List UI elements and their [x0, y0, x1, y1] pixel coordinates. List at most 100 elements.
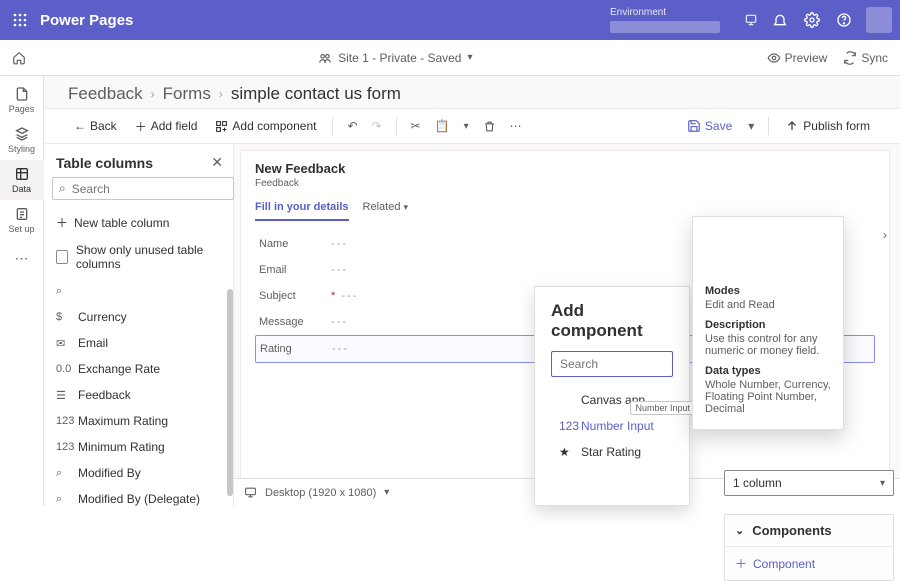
product-name: Power Pages	[40, 12, 133, 29]
component-label: Star Rating	[581, 445, 641, 459]
rail-more[interactable]: ⋯	[0, 244, 44, 273]
app-launcher[interactable]	[8, 8, 32, 32]
components-header[interactable]: ⌄ Components	[725, 515, 893, 546]
user-avatar[interactable]	[866, 7, 892, 33]
column-type-icon: $	[56, 311, 70, 323]
breadcrumb-forms[interactable]: Forms	[163, 84, 211, 104]
column-item[interactable]: ⌕Modified By (Delegate)	[44, 486, 233, 506]
plus-icon: ＋	[56, 214, 68, 231]
add-component-link[interactable]: ＋ Component	[725, 546, 893, 580]
column-type-icon: ⌕	[56, 285, 70, 298]
chevron-down-icon: ▾	[403, 202, 408, 212]
component-option[interactable]: ★ Star Rating	[551, 439, 673, 465]
paste-button: 📋	[431, 115, 454, 137]
table-columns-panel: Table columns ✕ ⌕ ⧩▾ ＋New table column	[44, 144, 234, 506]
undo-button[interactable]: ↶	[343, 115, 361, 137]
delete-button[interactable]	[479, 116, 500, 137]
paste-chevron[interactable]: ▾	[460, 117, 473, 136]
column-item[interactable]: ☰Feedback	[44, 382, 233, 408]
field-value: ---	[341, 290, 358, 302]
help-icon[interactable]	[828, 0, 860, 40]
component-tooltip: Number Input	[630, 401, 695, 415]
component-option[interactable]: 123Number Input	[551, 413, 673, 439]
settings-icon[interactable]	[796, 0, 828, 40]
column-type-icon: 123	[56, 415, 70, 427]
checkbox-icon	[56, 250, 68, 264]
datatypes-heading: Data types	[705, 365, 831, 377]
save-split-chevron[interactable]: ▾	[744, 115, 758, 137]
resolution-picker[interactable]: Desktop (1920 x 1080)	[265, 487, 376, 499]
preview-button[interactable]: Preview	[767, 51, 828, 65]
tab-details[interactable]: Fill in your details	[255, 201, 349, 221]
site-status[interactable]: Site 1 - Private - Saved ▾	[40, 51, 751, 65]
modes-heading: Modes	[705, 285, 831, 297]
column-item[interactable]: ✉Email	[44, 330, 233, 356]
column-item[interactable]: $Currency	[44, 304, 233, 330]
environment-label: Environment	[610, 7, 720, 19]
panel-title: Table columns	[56, 155, 153, 171]
component-icon: ★	[559, 445, 573, 459]
environment-icon	[744, 13, 758, 27]
chevron-down-icon[interactable]: ▾	[384, 487, 389, 498]
chevron-right-icon: ›	[151, 87, 155, 101]
breadcrumb-feedback[interactable]: Feedback	[68, 84, 143, 104]
form-subtitle: Feedback	[255, 178, 875, 189]
column-item[interactable]: 0.0 Exchange Rate	[44, 356, 233, 382]
chevron-down-icon: ⌄	[735, 524, 744, 537]
column-type-icon: ⌕	[56, 493, 70, 506]
modes-value: Edit and Read	[705, 299, 831, 311]
show-unused-toggle[interactable]: Show only unused table columns	[44, 237, 233, 279]
field-value: ---	[331, 238, 348, 250]
rail-data[interactable]: Data	[0, 160, 44, 200]
rail-setup[interactable]: Set up	[0, 200, 44, 240]
column-search[interactable]: ⌕	[52, 177, 234, 200]
component-search-input[interactable]	[560, 357, 664, 371]
back-button[interactable]: ←Back	[68, 115, 123, 137]
properties-pane: 1 column ▾ ⌄ Components ＋ Component	[724, 470, 894, 581]
column-type-icon: 123	[56, 441, 70, 453]
add-component-button[interactable]: Add component	[209, 115, 322, 137]
properties-expand[interactable]: ›	[876, 226, 894, 244]
add-field-button[interactable]: ＋Add field	[129, 114, 204, 139]
publish-button[interactable]: Publish form	[779, 115, 876, 137]
column-label: Exchange Rate	[78, 362, 160, 376]
column-list: ⌕ $Currency✉Email 0.0 Exchange Rate ☰Feedbac…	[44, 279, 233, 506]
column-item[interactable]: ⌕	[44, 279, 233, 304]
column-search-input[interactable]	[72, 182, 227, 196]
environment-picker[interactable]: Environment	[610, 7, 720, 33]
column-type-icon: ⌕	[56, 467, 70, 480]
layout-select[interactable]: 1 column ▾	[724, 470, 894, 496]
component-info-card: Modes Edit and Read Description Use this…	[692, 216, 844, 430]
scrollbar[interactable]	[227, 289, 233, 496]
ellipsis-icon: ⋯	[15, 250, 29, 267]
cut-button[interactable]: ✂	[407, 115, 425, 137]
site-status-text: Site 1 - Private - Saved	[338, 51, 461, 65]
datatypes-value: Whole Number, Currency, Floating Point N…	[705, 379, 831, 415]
chevron-down-icon: ▾	[880, 478, 885, 489]
rail-styling[interactable]: Styling	[0, 120, 44, 160]
save-button[interactable]: Save	[681, 115, 738, 137]
close-icon[interactable]: ✕	[211, 154, 223, 171]
rail-pages[interactable]: Pages	[0, 80, 44, 120]
column-item[interactable]: 123Maximum Rating	[44, 408, 233, 434]
component-search[interactable]	[551, 351, 673, 377]
column-type-icon: 0.0	[56, 363, 70, 375]
more-button[interactable]: ⋯	[506, 115, 526, 137]
field-value: ---	[332, 343, 349, 355]
toolbar: ←Back ＋Add field Add component ↶ ↷ ✂ 📋 ▾…	[44, 108, 900, 144]
component-icon: 123	[559, 419, 573, 433]
left-rail: Pages Styling Data Set up ⋯	[0, 76, 44, 506]
home-icon[interactable]	[12, 51, 40, 65]
column-item[interactable]: ⌕ Modified By	[44, 460, 233, 486]
new-table-column[interactable]: ＋New table column	[44, 208, 233, 237]
tab-related[interactable]: Related▾	[363, 201, 408, 221]
column-label: Modified By	[78, 466, 141, 480]
column-label: Feedback	[78, 388, 131, 402]
components-section: ⌄ Components ＋ Component	[724, 514, 894, 581]
breadcrumb-current: simple contact us form	[231, 84, 401, 104]
notifications-icon[interactable]	[764, 0, 796, 40]
search-icon: ⌕	[59, 181, 66, 196]
sync-button[interactable]: Sync	[843, 51, 888, 65]
add-component-flyout: Add component Canvas app123Number Input★…	[534, 286, 690, 506]
column-item[interactable]: 123Minimum Rating	[44, 434, 233, 460]
